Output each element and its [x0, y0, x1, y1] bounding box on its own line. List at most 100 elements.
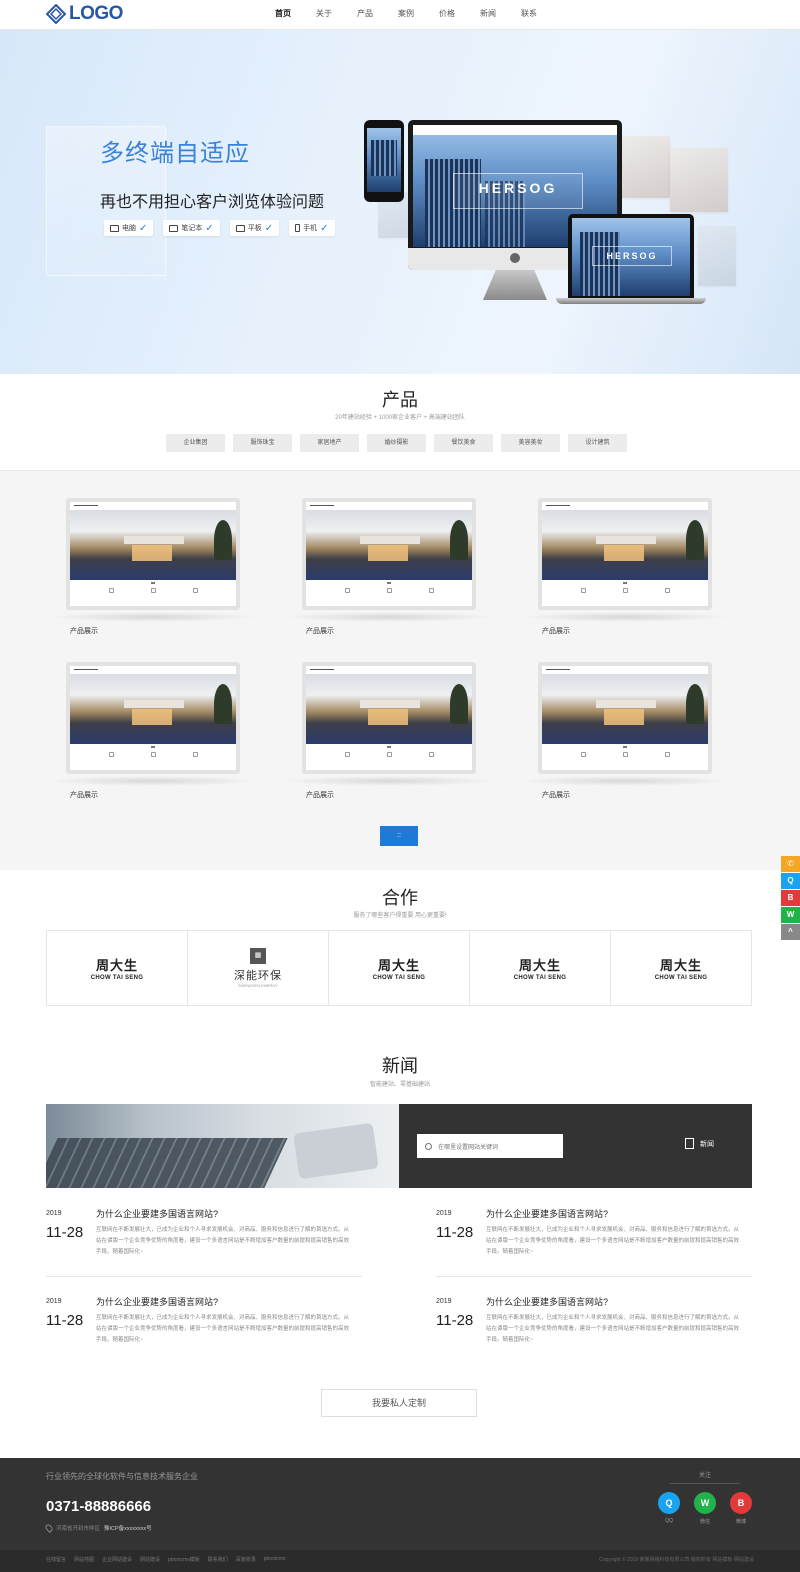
footer-link[interactable]: 联系我们 [208, 1556, 228, 1563]
footer-link[interactable]: 网站建设 [140, 1556, 160, 1563]
product-category-tab[interactable]: 家居地产 [300, 434, 359, 452]
footer-link[interactable]: 在线留言 [46, 1556, 66, 1563]
custom-order-button[interactable]: 我要私人定制 [321, 1389, 477, 1417]
mock-logo-bar [546, 505, 570, 506]
social-微博[interactable]: B 微博 [730, 1492, 752, 1525]
product-label: 产品展示 [70, 792, 98, 799]
logo-diamond-icon [46, 4, 66, 24]
house-window-light [368, 709, 408, 725]
news-divider [46, 1276, 362, 1277]
product-category-tab[interactable]: 餐饮美食 [434, 434, 493, 452]
sidebar-weibo-button[interactable]: B [781, 890, 800, 906]
nav-item-2[interactable]: 产品 [344, 0, 386, 30]
edit-icon [622, 752, 628, 757]
footer-link[interactable]: 企业网站建设 [102, 1556, 132, 1563]
banner-subtitle: 再也不用担心客户浏览体验问题 [100, 194, 325, 211]
house-window-light [368, 545, 408, 561]
partner-logo[interactable]: 周大生 CHOW TAI SENG [47, 931, 188, 1005]
footer-links: 在线留言 网站地图 企业网站建设 网站建设 pbootcms模板 联系我们 百度收录 pboo… [46, 1556, 285, 1563]
product-card[interactable]: 产品展示 [282, 662, 496, 812]
product-card[interactable]: 产品展示 [46, 498, 260, 648]
news-title[interactable]: 为什么企业要建多国语言网站? [486, 1207, 608, 1220]
news-year: 2019 [436, 1298, 452, 1305]
product-card[interactable]: 产品展示 [46, 662, 260, 812]
product-preview [66, 662, 240, 774]
sidebar-top-button[interactable]: ^ [781, 924, 800, 940]
nav-item-1[interactable]: 关于 [303, 0, 345, 30]
nav-item-0[interactable]: 首页 [262, 0, 304, 30]
edit-icon [386, 752, 392, 757]
house-image [542, 674, 708, 744]
partner-logo[interactable]: 周大生 CHOW TAI SENG [611, 931, 751, 1005]
news-item[interactable]: 2019 11-28 为什么企业要建多国语言网站? 互联网在不断发展壮大，已成为企业和… [436, 1207, 752, 1290]
product-label: 产品展示 [542, 792, 570, 799]
mock-logo-bar [74, 505, 98, 506]
news-item[interactable]: 2019 11-28 为什么企业要建多国语言网站? 互联网在不断发展壮大，已成为企业和… [46, 1207, 362, 1290]
news-title[interactable]: 为什么企业要建多国语言网站? [96, 1207, 218, 1220]
product-card[interactable]: 产品展示 [282, 498, 496, 648]
partner-name-en: SHENZHEN ENERGY [237, 983, 278, 988]
product-category-tab[interactable]: 婚纱摄影 [367, 434, 426, 452]
product-preview-page [306, 502, 472, 606]
partner-name: 周大生 [659, 959, 702, 974]
tablet-image [293, 1122, 379, 1180]
product-preview-page [542, 666, 708, 770]
social-icon: Q [658, 1492, 680, 1514]
phone-icon [295, 224, 301, 232]
partner-logo[interactable]: 周大生 CHOW TAI SENG [329, 931, 470, 1005]
news-item[interactable]: 2019 11-28 为什么企业要建多国语言网站? 互联网在不断发展壮大，已成为企业和… [436, 1295, 752, 1378]
news-title[interactable]: 为什么企业要建多国语言网站? [486, 1295, 608, 1308]
house-image [70, 510, 236, 580]
more-products-button[interactable]: :: [380, 826, 418, 846]
site-logo[interactable]: LOGO [46, 3, 123, 25]
news-search-box[interactable]: 在哪里设置网站关键词 [417, 1134, 563, 1158]
device-label: 电脑 [122, 225, 136, 232]
social-icon: W [694, 1492, 716, 1514]
news-item[interactable]: 2019 11-28 为什么企业要建多国语言网站? 互联网在不断发展壮大，已成为企业和… [46, 1295, 362, 1378]
house-image [70, 674, 236, 744]
logo-text: LOGO [69, 3, 123, 24]
partner-logo[interactable]: 周大生 CHOW TAI SENG [470, 931, 611, 1005]
social-微信[interactable]: W 微信 [694, 1492, 716, 1525]
footer-link[interactable]: 网站地图 [74, 1556, 94, 1563]
product-category-tab[interactable]: 服饰珠宝 [233, 434, 292, 452]
news-excerpt: 互联网在不断发展壮大，已成为企业和个人寻求发展机会、对商品、服务和信息进行了解的… [486, 1227, 740, 1255]
product-card[interactable]: 产品展示 [518, 662, 732, 812]
news-title: 新闻 [382, 1056, 418, 1076]
nav-item-4[interactable]: 价格 [426, 0, 468, 30]
news-date: 11-28 [436, 1224, 474, 1241]
sidebar-qq-button[interactable]: Q [781, 873, 800, 889]
footer-link[interactable]: 百度收录 [236, 1556, 256, 1563]
monitor-icon [110, 224, 119, 232]
laptop-icon [169, 224, 179, 232]
mock-caption [151, 582, 155, 584]
news-link[interactable]: 新闻 [685, 1138, 714, 1149]
nav-item-3[interactable]: 案例 [385, 0, 427, 30]
home-icon [344, 752, 350, 757]
product-category-tab[interactable]: 美容美妆 [501, 434, 560, 452]
product-category-tab[interactable]: 设计建筑 [568, 434, 627, 452]
tree-image [686, 684, 704, 724]
product-card[interactable]: 产品展示 [518, 498, 732, 648]
user-icon [192, 588, 198, 593]
nav-item-6[interactable]: 联系 [508, 0, 550, 30]
sidebar-wechat-button[interactable]: W [781, 907, 800, 923]
tablet-icon [235, 224, 245, 232]
partner-logo[interactable]: ▦ 深能环保 SHENZHEN ENERGY [188, 931, 329, 1005]
social-QQ[interactable]: Q QQ [658, 1492, 680, 1525]
mock-caption [387, 746, 391, 748]
footer-link[interactable]: pbootcms模板 [168, 1556, 200, 1563]
product-label: 产品展示 [306, 628, 334, 635]
footer-icp[interactable]: 豫ICP备xxxxxxxx号 [104, 1524, 152, 1532]
product-category-tab[interactable]: 企业集团 [166, 434, 225, 452]
mock-brand-text: HERSOG [592, 246, 672, 266]
sidebar-phone-button[interactable]: ✆ [781, 856, 800, 872]
user-icon [664, 752, 670, 757]
footer-link[interactable]: pbootcms [264, 1556, 286, 1563]
news-year: 2019 [436, 1210, 452, 1217]
news-title[interactable]: 为什么企业要建多国语言网站? [96, 1295, 218, 1308]
product-preview [302, 662, 476, 774]
card-shadow [282, 776, 496, 786]
nav-item-5[interactable]: 新闻 [467, 0, 509, 30]
device-badge: 电脑 ✓ [104, 220, 154, 236]
